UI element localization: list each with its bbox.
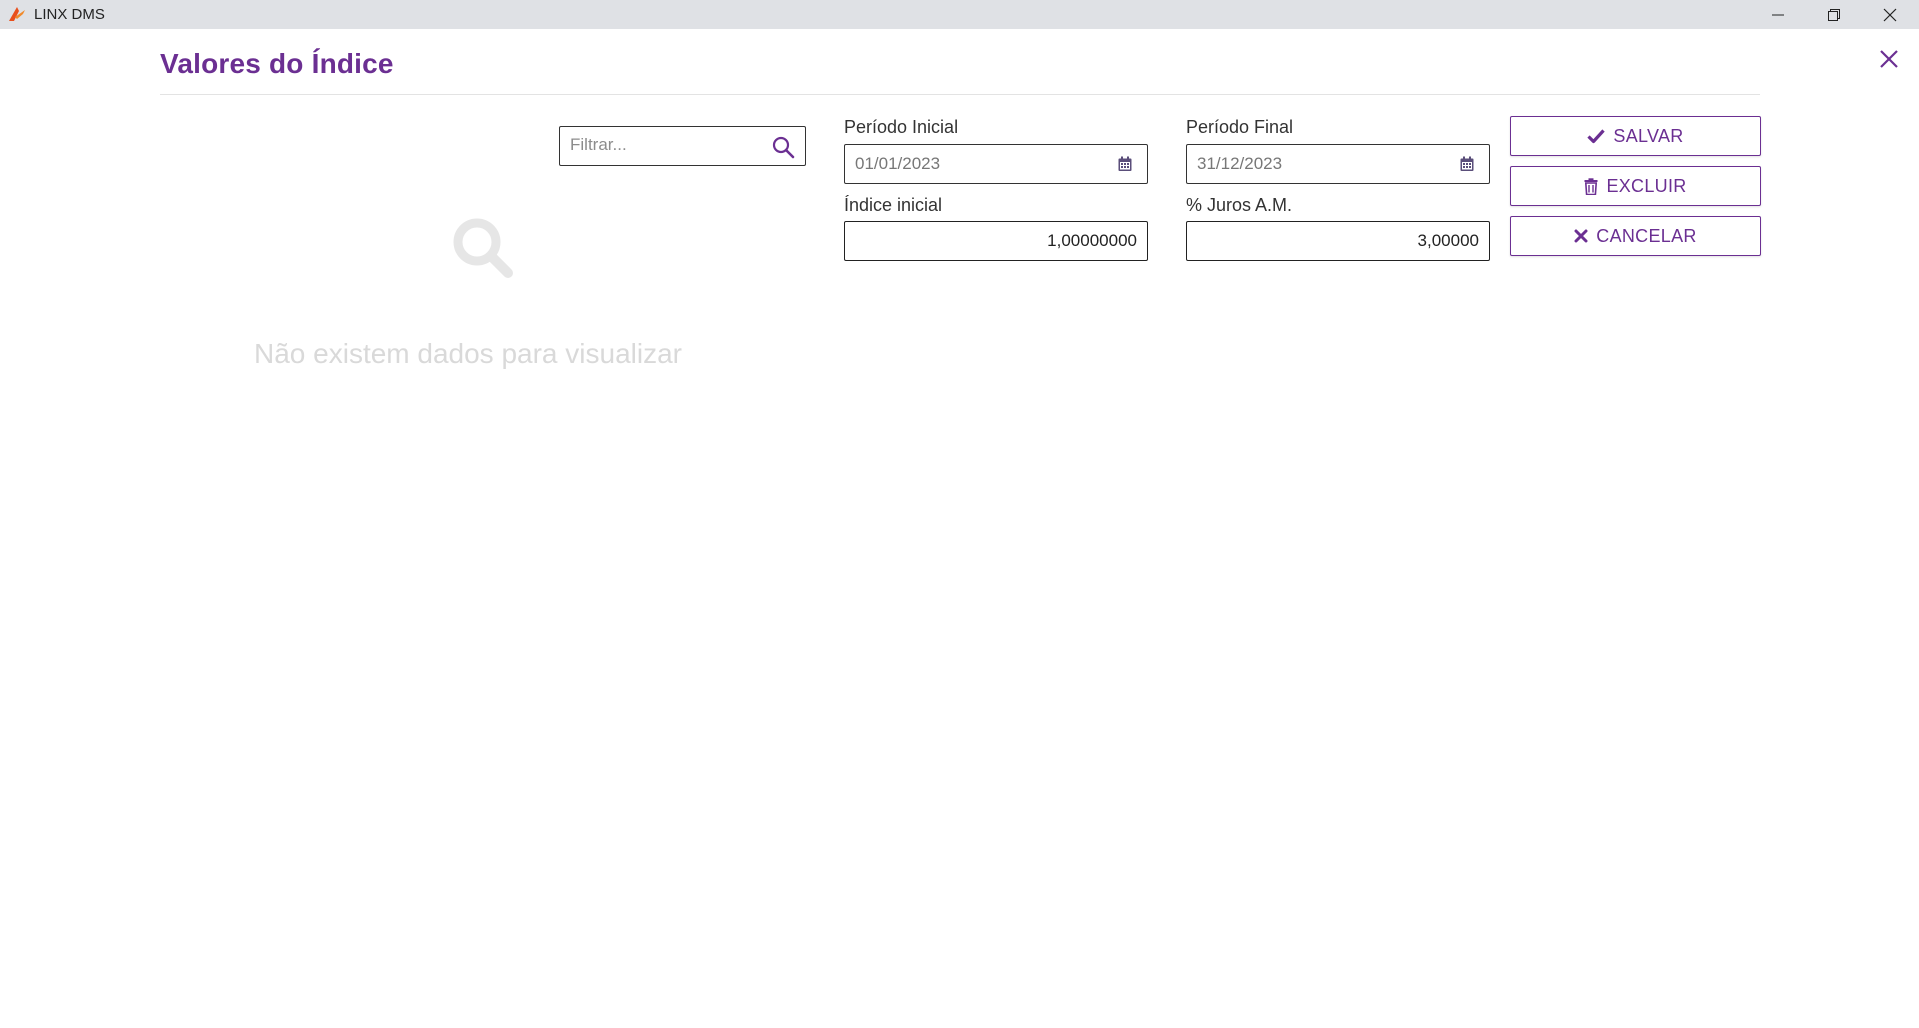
window-title: LINX DMS <box>34 6 105 23</box>
title-divider <box>160 94 1760 95</box>
delete-button[interactable]: EXCLUIR <box>1510 166 1761 206</box>
window-close-button[interactable] <box>1862 0 1918 29</box>
restore-icon <box>1828 8 1840 21</box>
save-label: SALVAR <box>1613 125 1684 146</box>
calendar-icon[interactable] <box>1117 156 1133 172</box>
periodo-inicial-value: 01/01/2023 <box>855 154 941 173</box>
empty-state-message: Não existem dados para visualizar <box>254 338 682 369</box>
indice-inicial-field[interactable]: 1,00000000 <box>844 221 1148 261</box>
juros-value: 3,00000 <box>1417 231 1479 250</box>
periodo-final-label: Período Final <box>1186 117 1294 137</box>
periodo-final-value: 31/12/2023 <box>1197 154 1283 173</box>
trash-icon <box>1584 177 1598 195</box>
periodo-inicial-field[interactable]: 01/01/2023 <box>844 144 1148 184</box>
juros-label: % Juros A.M. <box>1186 195 1293 215</box>
minimize-icon <box>1772 14 1784 15</box>
indice-inicial-value: 1,00000000 <box>1047 231 1137 250</box>
search-icon[interactable] <box>771 135 795 159</box>
linx-logo-icon <box>9 7 25 21</box>
check-icon <box>1587 129 1606 144</box>
filter-box[interactable] <box>559 126 806 166</box>
empty-search-icon <box>453 218 513 278</box>
dialog-title: Valores do Índice <box>160 48 394 79</box>
juros-field[interactable]: 3,00000 <box>1186 221 1490 261</box>
calendar-icon[interactable] <box>1459 156 1475 172</box>
x-icon <box>1574 229 1588 243</box>
filter-input[interactable] <box>560 127 760 163</box>
indice-inicial-label: Índice inicial <box>844 195 943 215</box>
close-icon <box>1883 8 1897 21</box>
window-titlebar: LINX DMS <box>0 0 1919 29</box>
delete-label: EXCLUIR <box>1606 175 1687 196</box>
save-button[interactable]: SALVAR <box>1510 116 1761 156</box>
restore-button[interactable] <box>1806 0 1862 29</box>
periodo-final-field[interactable]: 31/12/2023 <box>1186 144 1490 184</box>
cancel-button[interactable]: CANCELAR <box>1510 216 1761 256</box>
periodo-inicial-label: Período Inicial <box>844 117 959 137</box>
dialog-close-icon[interactable] <box>1876 46 1902 72</box>
minimize-button[interactable] <box>1750 0 1806 29</box>
cancel-label: CANCELAR <box>1596 225 1697 246</box>
